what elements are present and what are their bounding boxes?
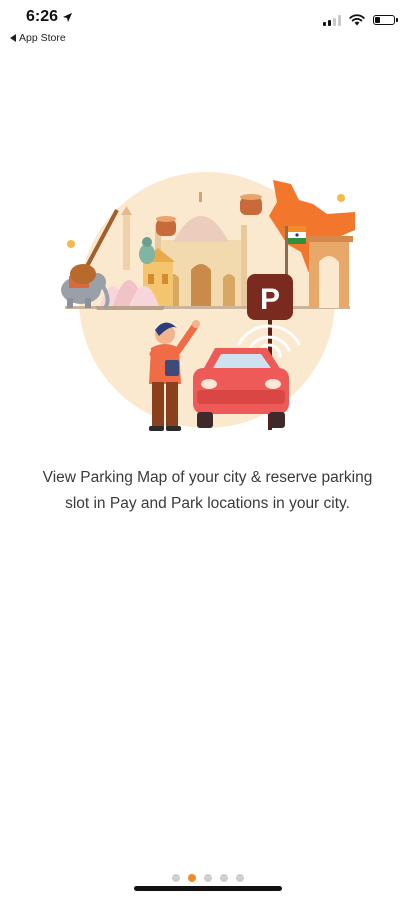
battery-icon (373, 15, 398, 25)
page-dot[interactable] (187, 874, 196, 882)
page-dot[interactable] (219, 874, 228, 882)
location-arrow-icon (62, 12, 73, 22)
home-indicator[interactable] (134, 886, 282, 891)
onboarding-description: View Parking Map of your city & reserve … (42, 469, 373, 512)
parking-sign-letter: P (260, 283, 280, 316)
onboarding-illustration: P (61, 172, 355, 431)
back-to-app-store[interactable]: App Store (10, 32, 66, 44)
page-dot[interactable] (235, 874, 244, 882)
page-indicator[interactable] (0, 874, 415, 882)
signal-icon (323, 14, 341, 26)
wifi-icon (349, 14, 365, 26)
clock-time: 6:26 (26, 8, 59, 25)
back-arrow-icon (10, 34, 16, 42)
page-dot[interactable] (203, 874, 212, 882)
clock: 6:26 (26, 8, 73, 26)
status-bar: 6:26 App Store (0, 0, 415, 52)
battery-level (375, 17, 381, 23)
back-label: App Store (19, 32, 66, 44)
status-indicators (323, 14, 398, 26)
india-gate-icon (305, 236, 353, 308)
drum-icon (240, 194, 262, 215)
drum-icon (156, 216, 176, 236)
page-dot[interactable] (171, 874, 180, 882)
